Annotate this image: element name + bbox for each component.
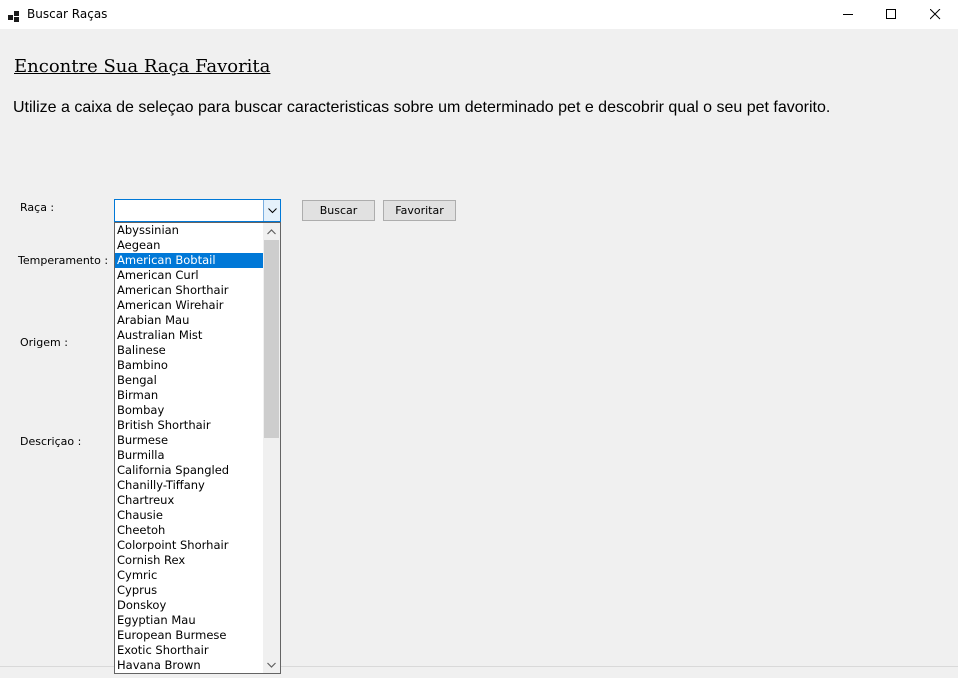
close-button[interactable]: [913, 0, 958, 29]
dropdown-item[interactable]: Aegean: [115, 238, 264, 253]
dropdown-item[interactable]: American Curl: [115, 268, 264, 283]
dropdown-item[interactable]: British Shorthair: [115, 418, 264, 433]
scroll-up-button[interactable]: [263, 223, 280, 240]
dropdown-item[interactable]: Egyptian Mau: [115, 613, 264, 628]
chevron-down-icon: [268, 208, 277, 214]
dropdown-item[interactable]: American Shorthair: [115, 283, 264, 298]
intro-text: Utilize a caixa de seleçao para buscar c…: [13, 99, 831, 116]
dropdown-items: Abyssinian Aegean American Bobtail American…: [115, 223, 264, 673]
window-title: Buscar Raças: [27, 7, 108, 21]
minimize-icon: [843, 14, 853, 15]
dropdown-item[interactable]: Cyprus: [115, 583, 264, 598]
dropdown-item[interactable]: Havana Brown: [115, 658, 264, 673]
dropdown-item[interactable]: Chausie: [115, 508, 264, 523]
dropdown-item[interactable]: Chanilly-Tiffany: [115, 478, 264, 493]
dropdown-item[interactable]: Australian Mist: [115, 328, 264, 343]
dropdown-item[interactable]: California Spangled: [115, 463, 264, 478]
chevron-down-icon: [267, 662, 276, 668]
dropdown-item[interactable]: Cymric: [115, 568, 264, 583]
scroll-thumb[interactable]: [264, 240, 279, 438]
dropdown-item[interactable]: Balinese: [115, 343, 264, 358]
minimize-button[interactable]: [826, 0, 872, 29]
scroll-down-button[interactable]: [263, 656, 280, 673]
dropdown-item[interactable]: Bombay: [115, 403, 264, 418]
dropdown-item[interactable]: Colorpoint Shorhair: [115, 538, 264, 553]
dropdown-item[interactable]: Cornish Rex: [115, 553, 264, 568]
breed-combobox[interactable]: [114, 199, 281, 222]
dropdown-item[interactable]: Cheetoh: [115, 523, 264, 538]
dropdown-item[interactable]: American Wirehair: [115, 298, 264, 313]
dropdown-item[interactable]: European Burmese: [115, 628, 264, 643]
dropdown-item[interactable]: Birman: [115, 388, 264, 403]
dropdown-item[interactable]: Burmilla: [115, 448, 264, 463]
maximize-button[interactable]: [869, 0, 915, 29]
dropdown-item[interactable]: Bengal: [115, 373, 264, 388]
combo-dropdown-button[interactable]: [263, 200, 280, 221]
buscar-button[interactable]: Buscar: [302, 200, 375, 221]
page-title: Encontre Sua Raça Favorita: [14, 56, 271, 77]
dropdown-item[interactable]: Exotic Shorthair: [115, 643, 264, 658]
dropdown-item[interactable]: Bambino: [115, 358, 264, 373]
dropdown-scrollbar[interactable]: [263, 223, 280, 673]
dropdown-item[interactable]: Chartreux: [115, 493, 264, 508]
favoritar-button[interactable]: Favoritar: [383, 200, 456, 221]
title-bar: Buscar Raças: [0, 0, 958, 29]
origem-label: Origem :: [20, 336, 68, 349]
dropdown-item[interactable]: Burmese: [115, 433, 264, 448]
dropdown-item[interactable]: Arabian Mau: [115, 313, 264, 328]
raca-label: Raça :: [20, 201, 55, 214]
close-icon: [930, 9, 941, 20]
dropdown-item[interactable]: American Bobtail: [115, 253, 264, 268]
chevron-up-icon: [267, 229, 276, 235]
dropdown-item[interactable]: Abyssinian: [115, 223, 264, 238]
temperamento-label: Temperamento :: [18, 254, 109, 267]
breed-dropdown-list[interactable]: Abyssinian Aegean American Bobtail American…: [114, 222, 281, 674]
maximize-icon: [886, 9, 896, 19]
dropdown-item[interactable]: Donskoy: [115, 598, 264, 613]
descricao-label: Descriçao :: [20, 435, 82, 448]
app-grid-icon: [8, 8, 20, 22]
